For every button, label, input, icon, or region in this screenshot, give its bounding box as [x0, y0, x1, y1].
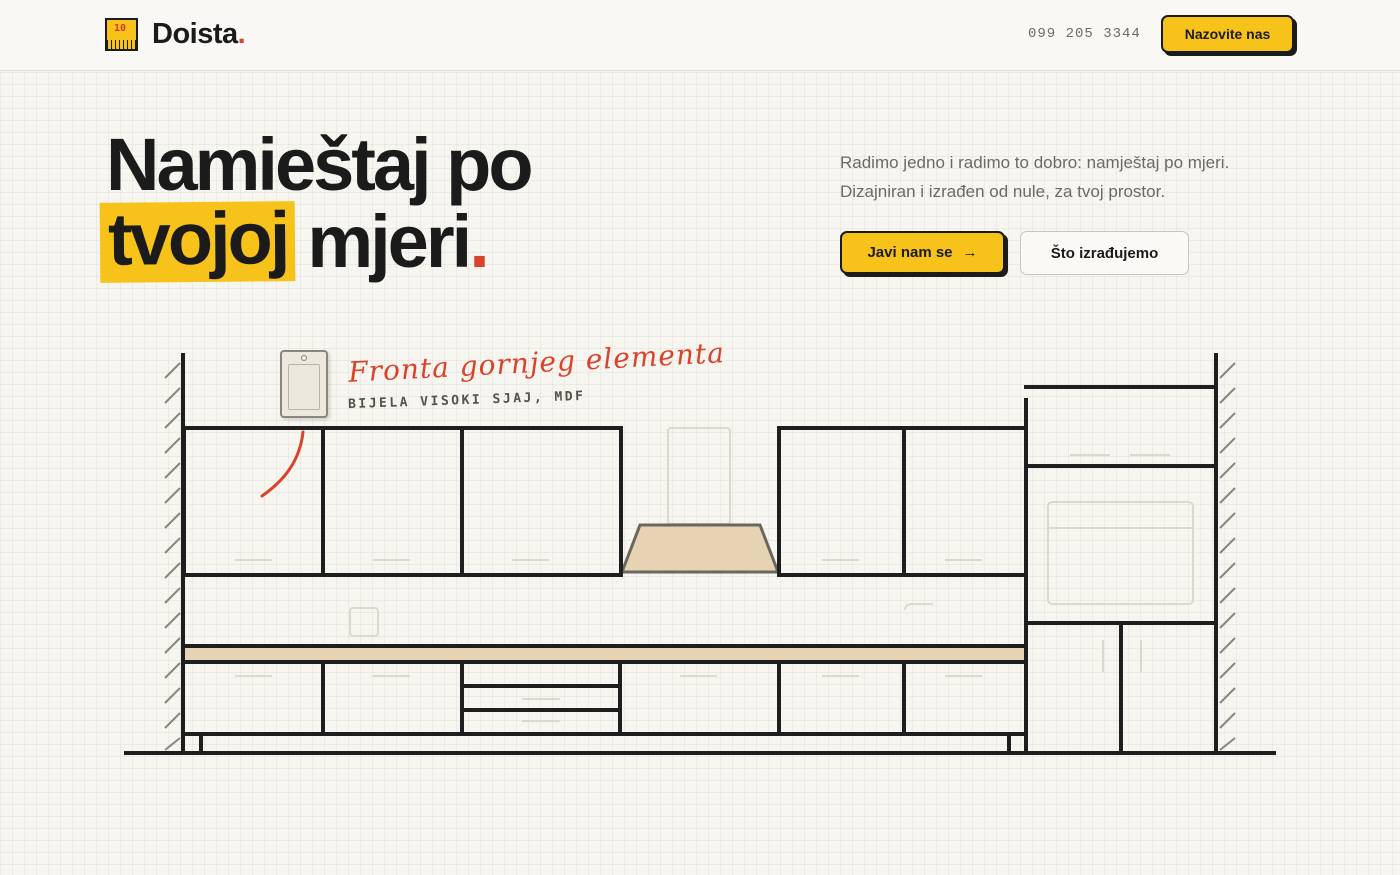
logo-number: 10 — [114, 23, 127, 34]
hero-title-highlight: tvojoj — [99, 196, 296, 283]
site-header: 10 Doista. 099 205 3344 Nazovite nas — [0, 0, 1400, 71]
what-we-make-button[interactable]: Što izrađujemo — [1020, 231, 1189, 275]
hero-title: Namieštaj po tvojoj mjeri. — [99, 123, 534, 283]
call-button[interactable]: Nazovite nas — [1161, 15, 1294, 53]
kitchen-illustration — [124, 353, 1276, 755]
contact-button[interactable]: Javi nam se → — [840, 231, 1005, 274]
material-swatch — [280, 350, 328, 418]
hero-tagline: Radimo jedno i radimo to dobro: namješta… — [840, 153, 1230, 201]
hero-title-line1: Namieštaj po — [106, 123, 534, 206]
arrow-right-icon: → — [962, 244, 978, 261]
logo[interactable]: 10 Doista. — [105, 18, 246, 51]
ruler-logo-icon: 10 — [105, 18, 138, 51]
hero-title-dot: . — [469, 200, 489, 283]
brand-name: Doista. — [152, 18, 246, 50]
phone-number[interactable]: 099 205 3344 — [1028, 26, 1141, 42]
contact-button-label: Javi nam se — [867, 244, 953, 261]
hero-title-rest: mjeri — [307, 200, 472, 283]
